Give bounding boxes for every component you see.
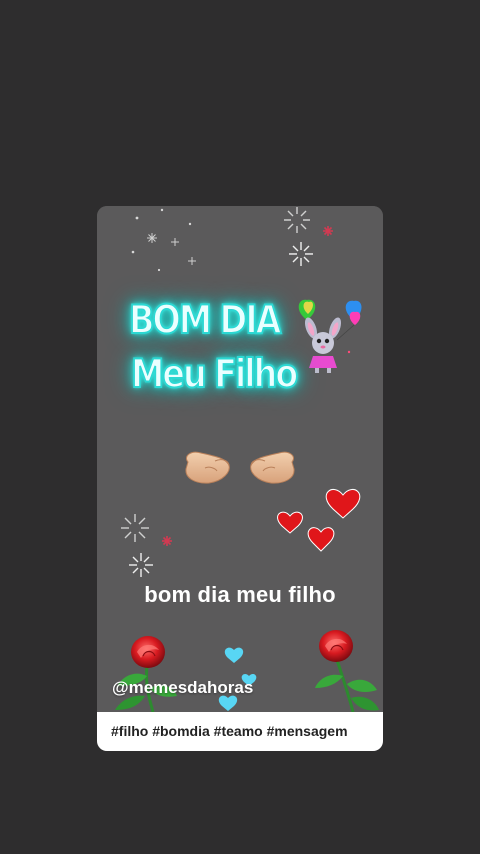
caption-text: bom dia meu filho [144,582,336,607]
rose-icon [115,636,177,712]
firework-icon [121,514,172,577]
headline-line-2: Meu Filho [130,351,299,398]
neon-headline: BOM DIA Meu Filho [97,206,383,436]
heart-hands-icon [185,451,295,484]
username-link[interactable]: @memesdahoras [112,678,253,698]
heart-icon [277,489,361,552]
story-card[interactable]: BOM DIA Meu Filho bom dia meu filho @mem… [97,206,383,751]
hashtag-bar: #filho #bomdia #teamo #mensagem [97,712,383,751]
hashtags[interactable]: #filho #bomdia #teamo #mensagem [111,723,348,739]
headline-line-1: BOM DIA [128,297,282,344]
rose-icon [315,630,379,712]
story-media[interactable]: BOM DIA Meu Filho bom dia meu filho @mem… [97,206,383,712]
